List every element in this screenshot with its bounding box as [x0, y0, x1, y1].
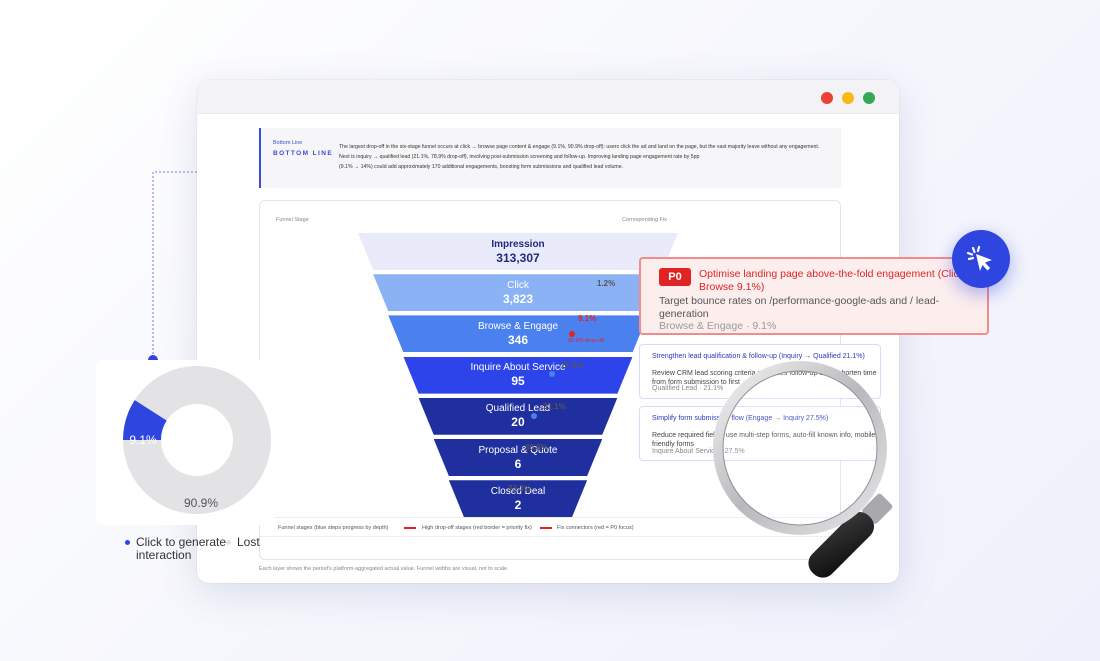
magnifying-glass-icon [713, 361, 893, 578]
